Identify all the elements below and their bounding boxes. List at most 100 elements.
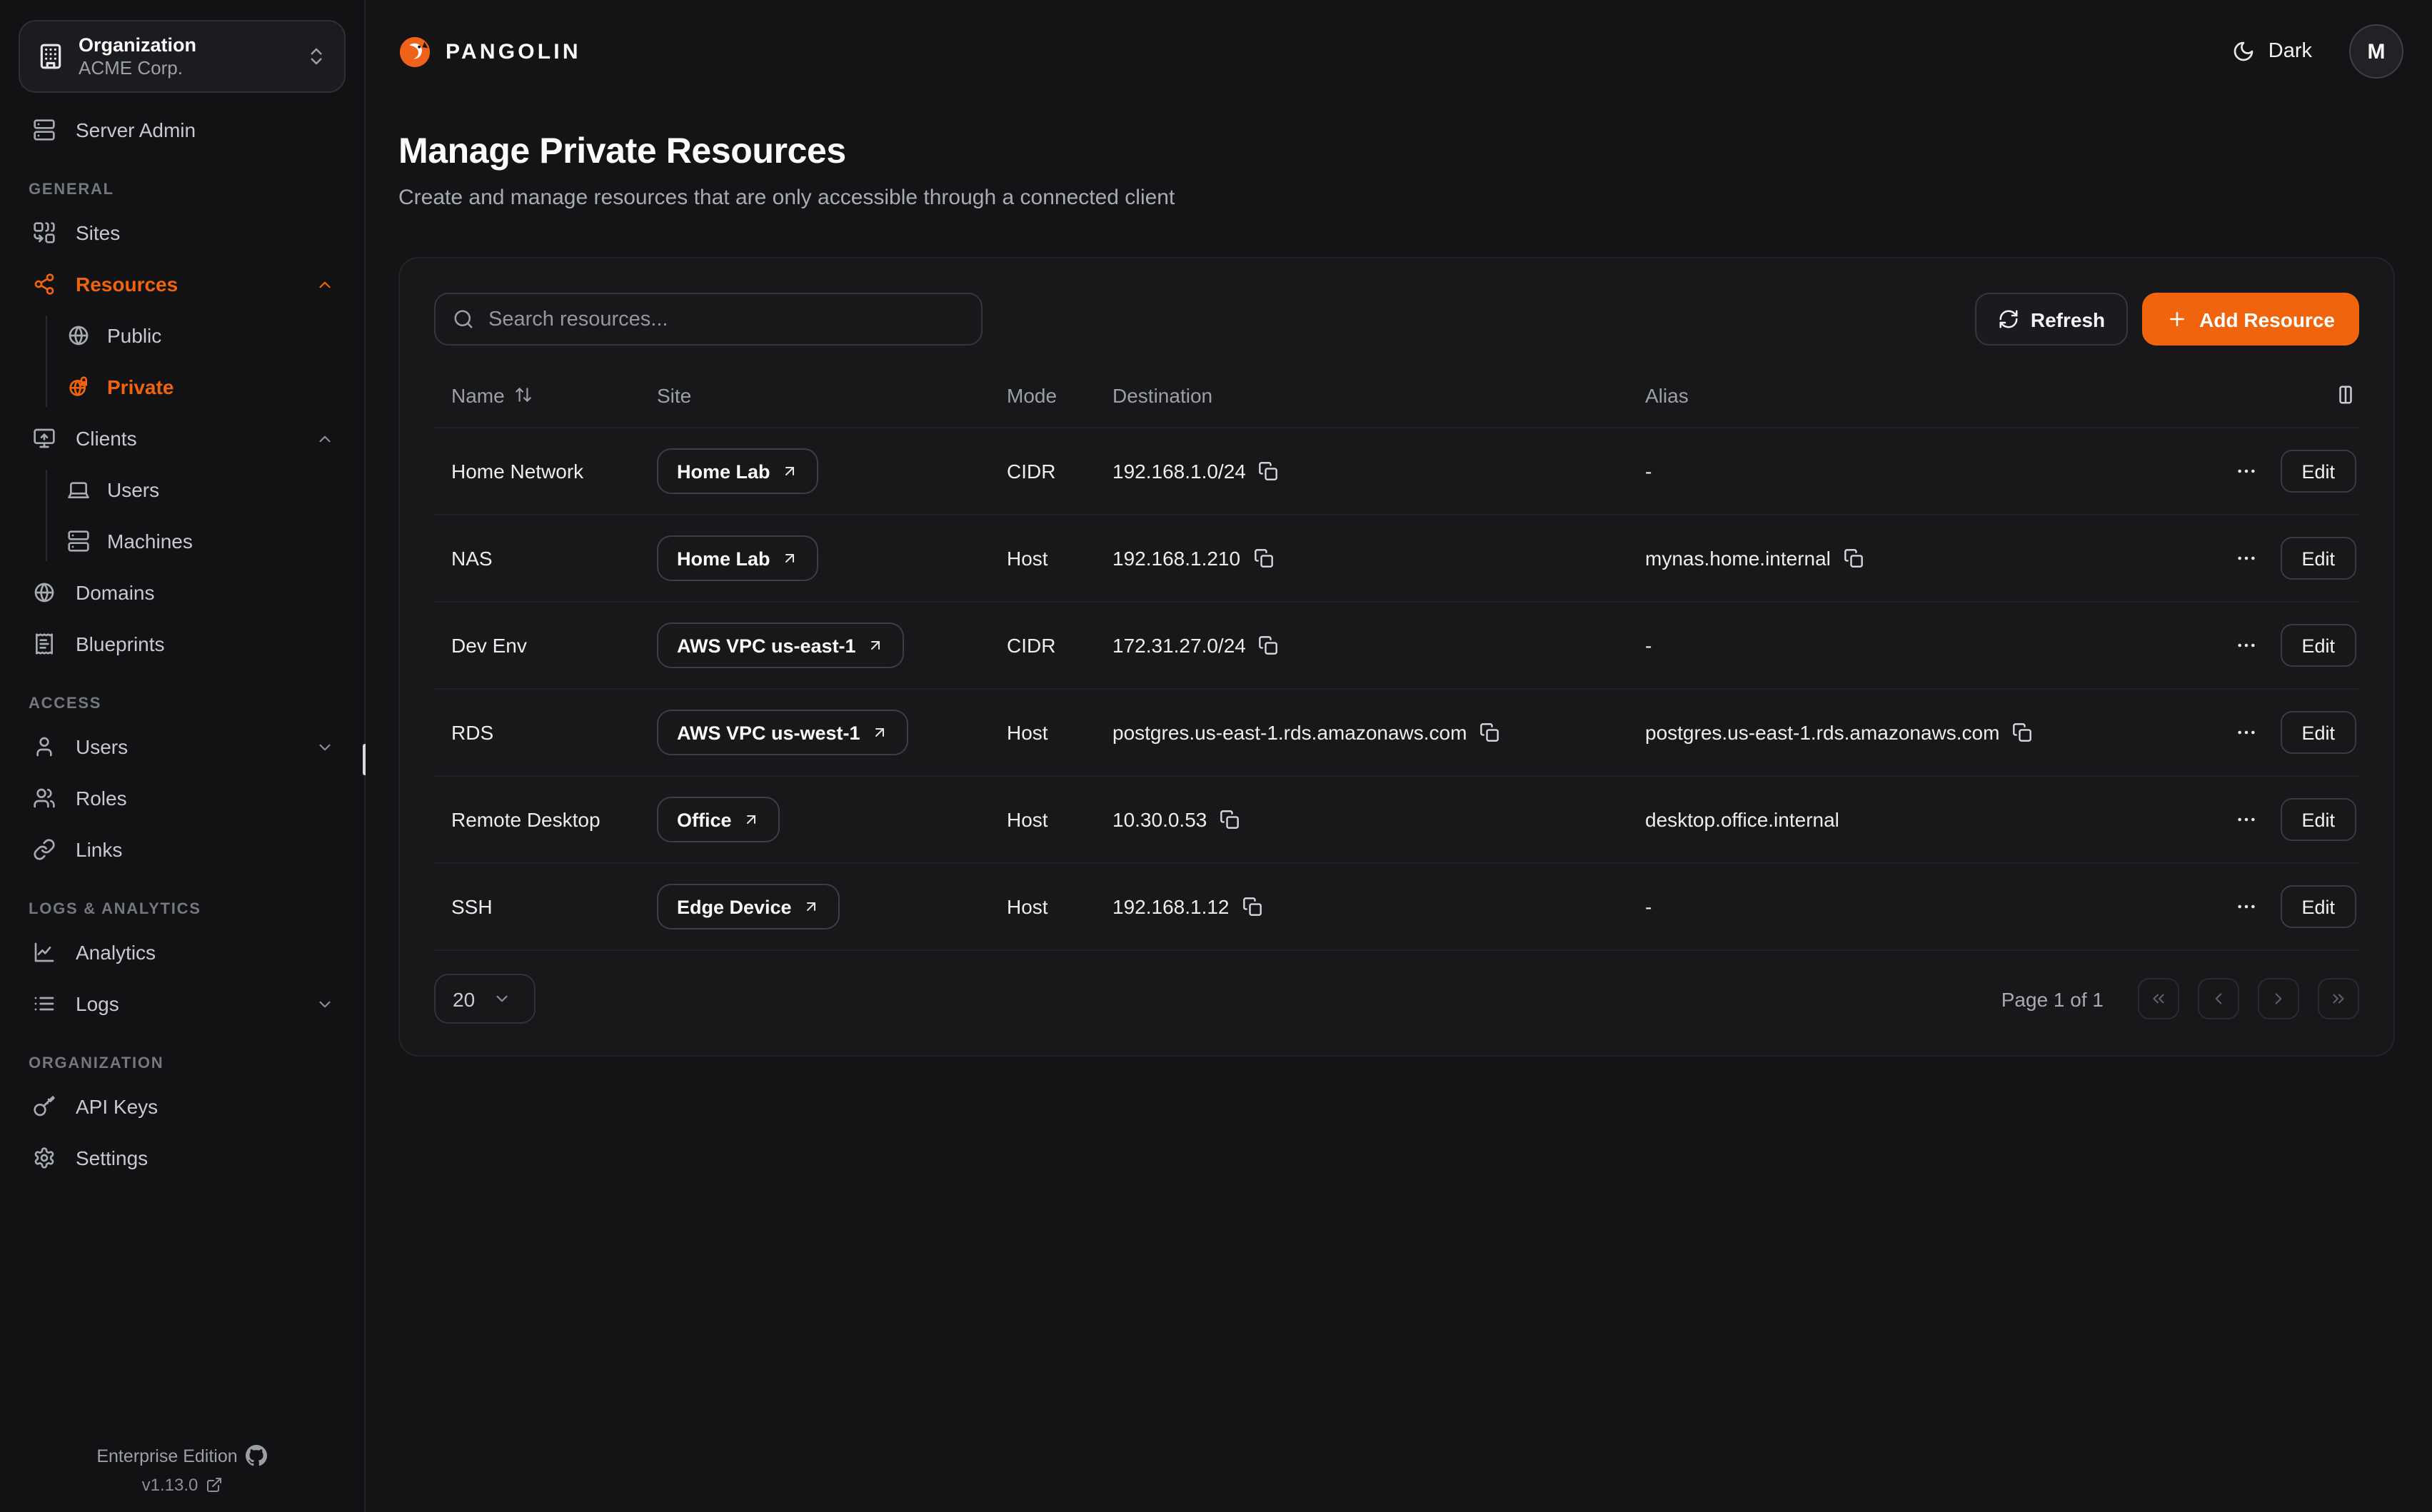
sidebar-item-analytics[interactable]: Analytics [19, 927, 346, 978]
sidebar-item-machines[interactable]: Machines [53, 515, 346, 567]
server-icon [30, 119, 59, 141]
monitor-up-icon [30, 427, 59, 450]
sidebar-item-api-keys[interactable]: API Keys [19, 1081, 346, 1132]
site-link-button[interactable]: AWS VPC us-west-1 [657, 710, 909, 755]
edit-button[interactable]: Edit [2280, 450, 2356, 493]
copy-icon[interactable] [1259, 635, 1279, 655]
sidebar-item-label: Users [107, 478, 334, 501]
sidebar-item-users[interactable]: Users [53, 464, 346, 515]
add-resource-label: Add Resource [2199, 308, 2335, 331]
copy-icon[interactable] [1220, 810, 1240, 830]
site-link-button[interactable]: Home Lab [657, 448, 819, 494]
search-box[interactable] [434, 293, 983, 346]
first-page-button[interactable] [2138, 978, 2179, 1019]
version-label: v1.13.0 [142, 1475, 199, 1495]
search-input[interactable] [488, 308, 964, 331]
sidebar-item-label: Public [107, 324, 334, 347]
row-menu-button[interactable] [2234, 721, 2257, 744]
edition-label: Enterprise Edition [96, 1446, 237, 1466]
chevron-down-icon [316, 994, 334, 1013]
gear-icon [30, 1146, 59, 1169]
copy-icon[interactable] [1259, 461, 1279, 481]
resources-card: Refresh Add Resource Name Site Mode [398, 257, 2395, 1057]
page-title: Manage Private Resources [398, 131, 2403, 173]
edit-button[interactable]: Edit [2280, 537, 2356, 580]
resource-name: SSH [451, 895, 493, 918]
columns-icon[interactable] [2335, 384, 2356, 405]
version-link[interactable]: v1.13.0 [0, 1475, 364, 1495]
sidebar-item-clients[interactable]: Clients [19, 413, 346, 464]
github-icon[interactable] [246, 1445, 268, 1466]
site-link-button[interactable]: Office [657, 797, 780, 842]
table-row: Home NetworkHome LabCIDR192.168.1.0/24-E… [434, 428, 2359, 515]
main-content: PANGOLIN Dark M Manage Private Resources… [366, 0, 2432, 1512]
sidebar-item-public[interactable]: Public [53, 310, 346, 361]
laptop-icon [64, 478, 93, 501]
sidebar-item-label: Users [76, 735, 298, 758]
search-icon [453, 308, 474, 330]
resource-destination: 192.168.1.12 [1112, 895, 1230, 918]
section-label-access: ACCESS [29, 695, 336, 712]
resource-destination: 10.30.0.53 [1112, 808, 1207, 831]
table-body: Home NetworkHome LabCIDR192.168.1.0/24-E… [434, 428, 2359, 951]
edit-button[interactable]: Edit [2280, 624, 2356, 667]
key-icon [30, 1095, 59, 1118]
sites-icon [30, 221, 59, 244]
section-label-organization: ORGANIZATION [29, 1055, 336, 1072]
copy-icon[interactable] [2012, 722, 2032, 742]
copy-icon[interactable] [1253, 548, 1273, 568]
org-selector[interactable]: Organization ACME Corp. [19, 20, 346, 93]
copy-icon[interactable] [1479, 722, 1499, 742]
edit-button[interactable]: Edit [2280, 885, 2356, 928]
row-menu-button[interactable] [2234, 895, 2257, 918]
resource-destination: postgres.us-east-1.rds.amazonaws.com [1112, 721, 1467, 744]
sidebar-item-private[interactable]: Private [53, 361, 346, 413]
sidebar-item-users[interactable]: Users [19, 721, 346, 772]
sidebar-item-server-admin[interactable]: Server Admin [19, 104, 346, 156]
resource-destination: 192.168.1.0/24 [1112, 460, 1246, 483]
last-page-button[interactable] [2318, 978, 2359, 1019]
pagination: 20 Page 1 of 1 [434, 974, 2359, 1024]
row-menu-button[interactable] [2234, 634, 2257, 657]
resource-destination: 172.31.27.0/24 [1112, 634, 1246, 657]
sidebar-item-logs[interactable]: Logs [19, 978, 346, 1029]
page-size-select[interactable]: 20 [434, 974, 536, 1024]
row-menu-button[interactable] [2234, 547, 2257, 570]
sidebar-item-resources[interactable]: Resources [19, 258, 346, 310]
avatar[interactable]: M [2349, 24, 2403, 79]
row-menu-button[interactable] [2234, 460, 2257, 483]
site-link-button[interactable]: Edge Device [657, 884, 840, 929]
row-menu-button[interactable] [2234, 808, 2257, 831]
edit-button[interactable]: Edit [2280, 711, 2356, 754]
sidebar-item-sites[interactable]: Sites [19, 207, 346, 258]
sidebar-item-settings[interactable]: Settings [19, 1132, 346, 1184]
col-mode: Mode [1007, 383, 1057, 406]
prev-page-button[interactable] [2198, 978, 2239, 1019]
next-page-button[interactable] [2258, 978, 2299, 1019]
col-destination: Destination [1112, 383, 1212, 406]
col-alias: Alias [1645, 383, 1689, 406]
copy-icon[interactable] [1242, 897, 1262, 917]
site-name: AWS VPC us-east-1 [677, 635, 856, 656]
resource-alias: postgres.us-east-1.rds.amazonaws.com [1645, 721, 1999, 744]
sidebar-item-roles[interactable]: Roles [19, 772, 346, 824]
arrow-up-right-icon [782, 463, 799, 480]
refresh-button[interactable]: Refresh [1975, 293, 2128, 346]
globe-lock-icon [64, 376, 93, 398]
sidebar-item-blueprints[interactable]: Blueprints [19, 618, 346, 670]
arrow-up-right-icon [803, 898, 820, 915]
chevron-right-icon [2269, 989, 2288, 1008]
site-link-button[interactable]: AWS VPC us-east-1 [657, 623, 905, 668]
sidebar-subitems-clients: Users Machines [19, 464, 346, 567]
resources-icon [30, 273, 59, 296]
copy-icon[interactable] [1844, 548, 1864, 568]
edit-button[interactable]: Edit [2280, 798, 2356, 841]
sidebar-item-links[interactable]: Links [19, 824, 346, 875]
sort-icon[interactable] [515, 385, 533, 404]
theme-toggle[interactable]: Dark [2233, 40, 2312, 63]
resource-alias: - [1645, 634, 1652, 657]
add-resource-button[interactable]: Add Resource [2142, 293, 2359, 346]
site-link-button[interactable]: Home Lab [657, 535, 819, 581]
site-name: Home Lab [677, 548, 770, 569]
sidebar-item-domains[interactable]: Domains [19, 567, 346, 618]
